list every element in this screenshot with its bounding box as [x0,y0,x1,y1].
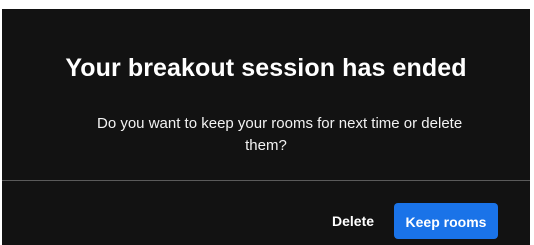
keep-rooms-button[interactable]: Keep rooms [394,203,498,239]
dialog-message: Do you want to keep your rooms for next … [97,113,510,157]
delete-button[interactable]: Delete [322,203,384,239]
dialog-message-line2: them? [245,137,287,154]
dialog-footer: Delete Keep rooms [2,181,530,245]
dialog-title: Your breakout session has ended [65,54,467,82]
breakout-ended-dialog: Your breakout session has ended Do you w… [2,9,530,245]
dialog-message-line1: Do you want to keep your rooms for next … [97,115,463,132]
